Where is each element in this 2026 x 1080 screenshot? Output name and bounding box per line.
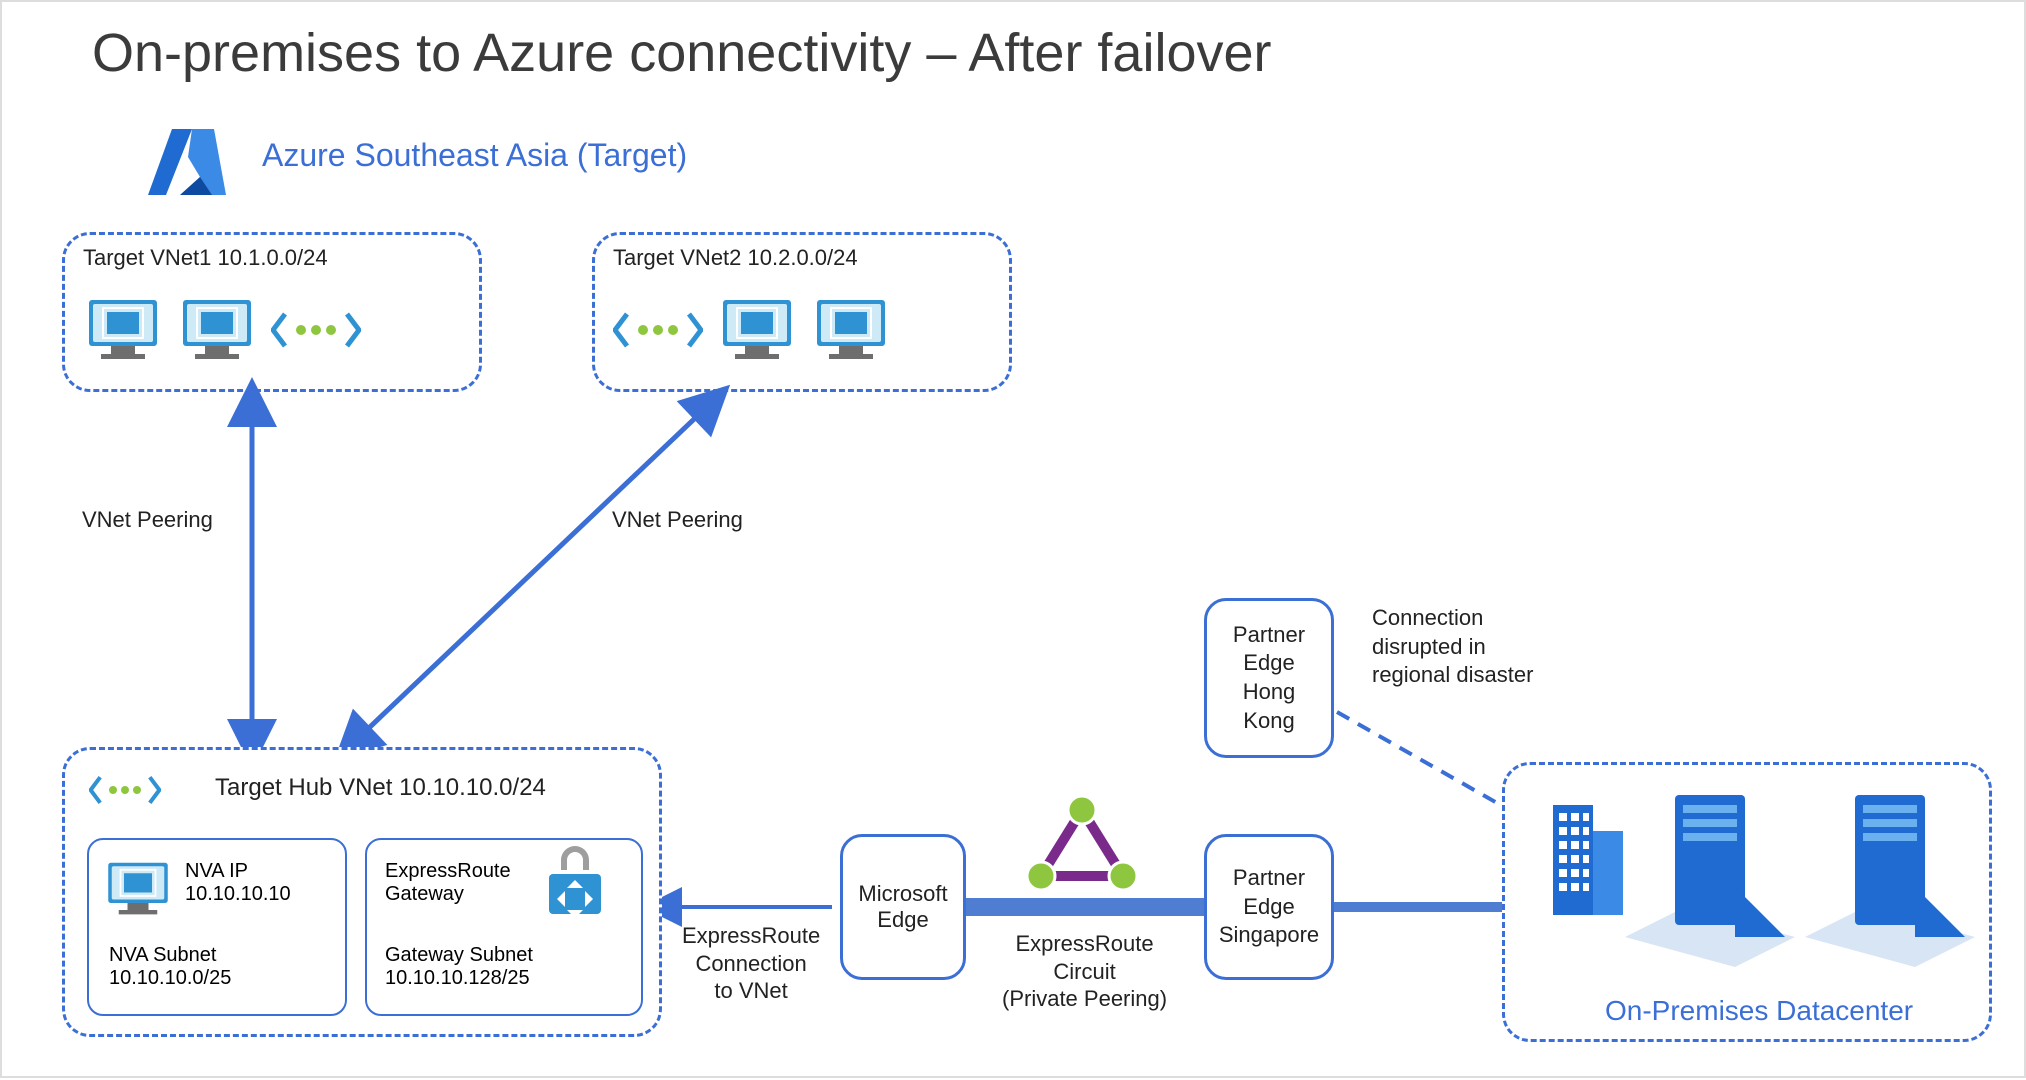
vm-icon [83, 290, 163, 370]
vm-icon [103, 854, 173, 924]
vm-icon [177, 290, 257, 370]
er-connection-label: ExpressRoute Connection to VNet [682, 922, 820, 1005]
target-vnet2-box: Target VNet2 10.2.0.0/24 [592, 232, 1012, 392]
onprem-datacenter-box: On-Premises Datacenter [1502, 762, 1992, 1042]
er-gw-label-1: ExpressRoute [385, 860, 511, 883]
peering-icon [89, 766, 161, 814]
peering-icon [271, 300, 361, 360]
datacenter-label: On-Premises Datacenter [1605, 995, 1913, 1027]
er-circuit-label: ExpressRoute Circuit (Private Peering) [1002, 930, 1167, 1013]
nva-ip-label: NVA IP [185, 860, 291, 883]
diagram-canvas: On-premises to Azure connectivity – Afte… [2, 2, 2024, 1076]
hub-label: Target Hub VNet 10.10.10.0/24 [215, 774, 546, 802]
vnet1-icons [83, 290, 361, 370]
vnet2-label: Target VNet2 10.2.0.0/24 [613, 245, 858, 271]
peering-icon [613, 300, 703, 360]
vnet1-label: Target VNet1 10.1.0.0/24 [83, 245, 328, 271]
gateway-icon [535, 844, 615, 924]
vm-icon [811, 290, 891, 370]
server-icon [1805, 787, 1975, 967]
partner-edge-hk-box: Partner Edge Hong Kong [1204, 598, 1334, 758]
vnet-peering-label-2: VNet Peering [612, 507, 743, 533]
nva-subnet-box: NVA IP 10.10.10.10 NVA Subnet 10.10.10.0… [87, 838, 347, 1016]
target-vnet1-box: Target VNet1 10.1.0.0/24 [62, 232, 482, 392]
building-icon [1545, 795, 1635, 925]
partner-edge-sg-box: Partner Edge Singapore [1204, 834, 1334, 980]
expressroute-icon [1017, 792, 1147, 902]
nva-subnet-cidr: 10.10.10.0/25 [109, 967, 231, 990]
gw-subnet-label: Gateway Subnet [385, 944, 533, 967]
gateway-subnet-box: ExpressRoute Gateway Gateway Subnet 10.1… [365, 838, 643, 1016]
hub-vnet-box: Target Hub VNet 10.10.10.0/24 NVA IP 10.… [62, 747, 662, 1037]
nva-ip-value: 10.10.10.10 [185, 883, 291, 906]
microsoft-edge-box: Microsoft Edge [840, 834, 966, 980]
vnet2-icons [613, 290, 891, 370]
region-label: Azure Southeast Asia (Target) [262, 137, 687, 174]
nva-subnet-label: NVA Subnet [109, 944, 231, 967]
azure-logo-icon [142, 117, 232, 207]
er-gw-label-2: Gateway [385, 883, 511, 906]
server-icon [1625, 787, 1795, 967]
gw-subnet-cidr: 10.10.10.128/25 [385, 967, 533, 990]
diagram-title: On-premises to Azure connectivity – Afte… [92, 22, 1272, 84]
vm-icon [717, 290, 797, 370]
disruption-label: Connection disrupted in regional disaste… [1372, 604, 1533, 690]
vnet-peering-label-1: VNet Peering [82, 507, 213, 533]
